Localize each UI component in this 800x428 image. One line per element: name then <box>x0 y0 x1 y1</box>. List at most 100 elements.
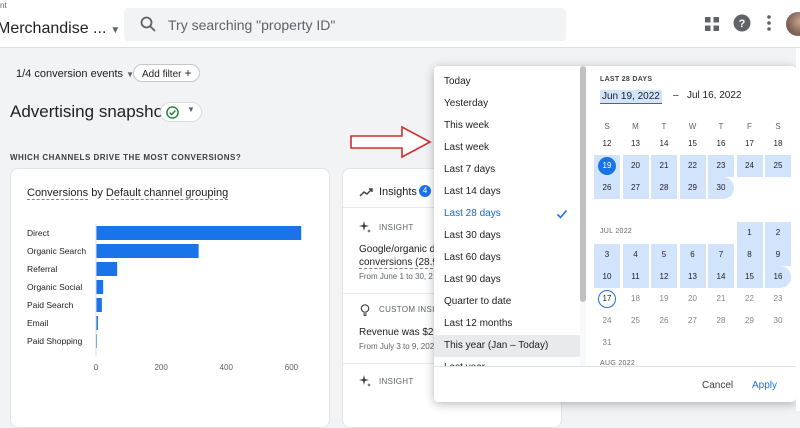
date-range-option[interactable]: This year (Jan – Today) <box>434 335 580 357</box>
bar[interactable] <box>96 226 302 240</box>
calendar-day[interactable]: 28 <box>651 177 677 199</box>
date-range-option[interactable]: Yesterday <box>434 93 580 115</box>
calendar-day[interactable]: 5 <box>651 244 677 266</box>
calendar-day[interactable]: 7 <box>708 244 734 266</box>
calendar-day[interactable]: 30 <box>765 310 791 332</box>
calendar-day[interactable]: 12 <box>594 133 620 155</box>
calendar-day[interactable]: 25 <box>623 310 649 332</box>
calendar-day[interactable]: 4 <box>622 244 649 266</box>
conversion-events-selector[interactable]: 1/4 conversion events ▼ <box>16 68 134 80</box>
calendar-day[interactable]: 6 <box>679 244 706 266</box>
calendar-day[interactable]: 24 <box>594 310 620 332</box>
date-range-option[interactable]: Quarter to date <box>434 291 580 313</box>
calendar-day[interactable]: 10 <box>594 266 620 288</box>
calendar-day[interactable]: 25 <box>765 155 791 177</box>
property-selector[interactable]: Merchandise ... ▼ <box>0 20 120 38</box>
range-label: LAST 28 DAYS <box>600 76 653 83</box>
report-status-dropdown[interactable]: ▼ <box>160 102 202 122</box>
calendar-day[interactable]: 27 <box>680 310 706 332</box>
apps-grid-icon[interactable] <box>704 16 720 32</box>
calendar-day[interactable]: 15 <box>680 133 706 155</box>
calendar-day-number: 30 <box>716 183 726 192</box>
bar[interactable] <box>96 262 118 276</box>
end-date-input[interactable]: Jul 16, 2022 <box>687 90 742 101</box>
weekday-label: S <box>775 122 781 131</box>
date-range-option[interactable]: Last 90 days <box>434 269 580 291</box>
bar[interactable] <box>96 298 102 312</box>
calendar-day[interactable]: 26 <box>594 177 620 199</box>
dimension-selector[interactable]: Default channel grouping <box>105 187 229 200</box>
date-range-option[interactable]: Last 60 days <box>434 247 580 269</box>
cancel-button[interactable]: Cancel <box>702 380 733 391</box>
calendar-day[interactable]: 15 <box>736 266 763 288</box>
calendar-day[interactable]: 21 <box>651 155 677 177</box>
date-range-option[interactable]: Last 28 days <box>434 203 580 225</box>
date-range-option[interactable]: Last year <box>434 357 580 366</box>
date-range-option[interactable]: Last week <box>434 137 580 159</box>
insight-headline[interactable]: Google/organic d <box>359 244 435 255</box>
date-range-option[interactable]: Last 30 days <box>434 225 580 247</box>
calendar-day[interactable]: 22 <box>737 288 763 310</box>
calendar-day[interactable]: 13 <box>623 133 649 155</box>
date-range-option-label: Last 30 days <box>444 230 501 241</box>
calendar-day[interactable]: 12 <box>651 266 677 288</box>
calendar-day-number: 15 <box>745 272 754 281</box>
account-name[interactable]: nt <box>0 1 7 10</box>
bar[interactable] <box>96 280 104 294</box>
weekday-label: F <box>747 122 752 131</box>
calendar-day[interactable]: 27 <box>622 177 649 199</box>
weekday-label: S <box>604 122 610 131</box>
calendar-day[interactable]: 14 <box>651 133 677 155</box>
calendar-day[interactable]: 22 <box>679 155 706 177</box>
custom-insight-headline[interactable]: Revenue was $23 <box>359 327 439 338</box>
calendar-day[interactable]: 30 <box>708 177 734 199</box>
calendar-day[interactable]: 24 <box>736 155 763 177</box>
calendar-day[interactable]: 19 <box>651 288 677 310</box>
calendar-day[interactable]: 18 <box>623 288 649 310</box>
calendar-day[interactable]: 29 <box>737 310 763 332</box>
calendar-day[interactable]: 9 <box>765 244 791 266</box>
calendar-day[interactable]: 26 <box>651 310 677 332</box>
calendar-day[interactable]: 31 <box>594 332 620 354</box>
calendar-day[interactable]: 13 <box>679 266 706 288</box>
calendar-day-number: 10 <box>602 272 612 281</box>
calendar-day-number: 20 <box>688 294 697 303</box>
metric-selector[interactable]: Conversions <box>27 187 89 200</box>
calendar-day[interactable]: 21 <box>708 288 734 310</box>
insight-headline-line2[interactable]: conversions (28.9 <box>359 257 438 269</box>
calendar-day[interactable]: 29 <box>679 177 706 199</box>
calendar-day[interactable]: 11 <box>622 266 649 288</box>
calendar-day-number: 27 <box>688 316 697 325</box>
start-date-input[interactable]: Jun 19, 2022 <box>600 90 662 104</box>
calendar-day[interactable]: 18 <box>765 133 791 155</box>
calendar-day[interactable]: 17 <box>737 133 763 155</box>
calendar-day[interactable]: 23 <box>708 155 734 177</box>
calendar-day[interactable]: 14 <box>708 266 734 288</box>
calendar-day[interactable]: 8 <box>736 244 763 266</box>
date-range-option[interactable]: Today <box>434 71 580 93</box>
help-icon[interactable]: ? <box>733 14 751 32</box>
bar[interactable] <box>96 244 199 258</box>
calendar-day[interactable]: 16 <box>765 266 791 288</box>
date-range-option[interactable]: Last 12 months <box>434 313 580 335</box>
calendar-day[interactable]: 28 <box>708 310 734 332</box>
date-range-option[interactable]: Last 14 days <box>434 181 580 203</box>
apply-button[interactable]: Apply <box>752 380 777 391</box>
avatar[interactable] <box>786 12 800 36</box>
calendar-day[interactable]: 16 <box>708 133 734 155</box>
date-range-option[interactable]: This week <box>434 115 580 137</box>
calendar-day[interactable]: 20 <box>680 288 706 310</box>
calendar-day-number: 31 <box>602 338 612 347</box>
add-filter-button[interactable]: Add filter + <box>133 64 201 82</box>
calendar-day[interactable]: 19 <box>594 155 620 177</box>
calendar-day[interactable]: 2 <box>765 222 791 244</box>
search-bar[interactable] <box>124 8 566 41</box>
calendar-day[interactable]: 23 <box>765 288 791 310</box>
calendar-day[interactable]: 17 <box>594 288 620 310</box>
calendar-day[interactable]: 20 <box>622 155 649 177</box>
date-range-option[interactable]: Last 7 days <box>434 159 580 181</box>
more-vert-icon[interactable] <box>764 14 774 32</box>
calendar-day[interactable]: 3 <box>594 244 620 266</box>
calendar-day[interactable]: 1 <box>736 222 763 244</box>
search-input[interactable] <box>168 8 558 41</box>
